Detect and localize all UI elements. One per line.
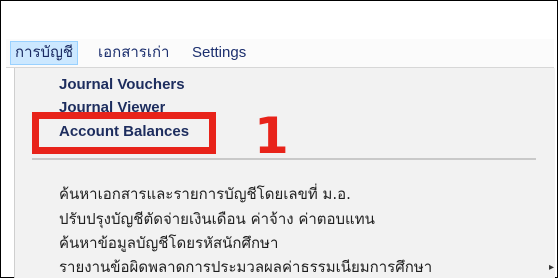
menu-item-journal-viewer[interactable]: Journal Viewer <box>59 99 165 112</box>
menu-item-journal-vouchers[interactable]: Journal Vouchers <box>59 76 185 93</box>
menu-item-search-documents[interactable]: ค้นหาเอกสารและรายการบัญชีโดยเลขที่ ม.อ. <box>59 182 351 206</box>
menu-item-adjust-payroll[interactable]: ปรับปรุงบัญชีตัดจ่ายเงินเดือน ค่าจ้าง ค่… <box>59 207 375 231</box>
menu-item-search-student-account[interactable]: ค้นหาข้อมูลบัญชีโดยรหัสนักศึกษา <box>59 231 278 255</box>
menu-item-tuition-error-report[interactable]: รายงานข้อผิดพลาดการประมวลผลค่าธรรมเนียมก… <box>59 255 432 279</box>
menu-bar: การบัญชี เอกสารเก่า Settings <box>6 39 554 68</box>
submenu-arrow-icon: ▸ <box>548 262 554 273</box>
menu-accounting[interactable]: การบัญชี <box>10 41 79 65</box>
annotation-step-number: 1 <box>254 107 289 165</box>
menu-settings[interactable]: Settings <box>188 42 250 64</box>
menu-old-documents[interactable]: เอกสารเก่า <box>94 42 173 64</box>
annotation-highlight-box <box>32 112 216 154</box>
